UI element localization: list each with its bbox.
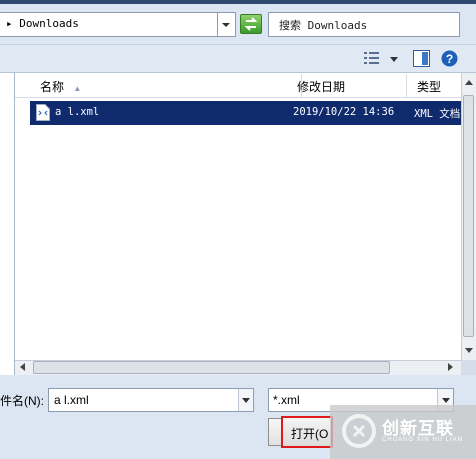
button-edge	[268, 418, 282, 446]
filename-label: 件名(N):	[0, 394, 44, 408]
watermark-subtext: CHUANG XIN HU LIAN	[382, 437, 464, 443]
breadcrumb-separator: ▸	[6, 17, 20, 30]
refresh-icon	[244, 17, 258, 31]
column-header-type[interactable]: 类型	[407, 74, 461, 97]
view-menu-chevron-icon[interactable]	[390, 57, 398, 62]
address-bar[interactable]: ▸ Downloads	[0, 12, 218, 37]
vertical-scroll-thumb[interactable]	[463, 95, 474, 337]
scroll-down-icon[interactable]	[465, 348, 473, 353]
filename-field[interactable]: a l.xml	[48, 388, 254, 412]
search-input[interactable]: 搜索 Downloads	[279, 17, 367, 33]
refresh-button[interactable]	[240, 14, 262, 34]
filename-value[interactable]: a l.xml	[54, 393, 89, 407]
column-header-name[interactable]: 名称 ▲	[30, 74, 302, 97]
address-path-text: Downloads	[19, 17, 79, 30]
chevron-down-icon	[242, 398, 250, 403]
column-header-row: 名称 ▲ 修改日期 类型	[15, 74, 461, 98]
scroll-left-icon[interactable]	[20, 363, 25, 371]
chevron-down-icon	[222, 23, 230, 27]
help-icon[interactable]: ?	[441, 50, 458, 67]
file-type: XML 文档	[414, 108, 461, 120]
file-modified-date: 2019/10/22 14:36	[293, 106, 395, 118]
open-button-label: 打开(O	[291, 427, 329, 441]
filetype-value: *.xml	[273, 393, 300, 407]
column-header-date[interactable]: 修改日期	[287, 74, 407, 97]
window-title-strip	[0, 0, 476, 4]
column-header-label: 修改日期	[297, 80, 346, 94]
scroll-right-icon[interactable]	[448, 363, 453, 371]
column-header-label: 名称	[40, 80, 65, 94]
file-name: a l.xml	[55, 106, 100, 118]
search-box[interactable]: 搜索 Downloads	[268, 12, 460, 37]
filename-dropdown-button[interactable]	[238, 389, 253, 411]
column-header-label: 类型	[417, 80, 442, 94]
svg-text:?: ?	[446, 52, 453, 66]
navigation-pane[interactable]	[0, 73, 15, 375]
xml-file-icon	[36, 104, 50, 121]
address-path: ▸ Downloads	[6, 17, 79, 30]
address-dropdown-button[interactable]	[218, 12, 236, 37]
horizontal-scroll-thumb[interactable]	[33, 361, 390, 374]
watermark-text: 创新互联	[382, 419, 454, 438]
toolbar: ?	[0, 45, 476, 73]
file-row[interactable]: a l.xml 2019/10/22 14:36 XML 文档	[30, 101, 461, 125]
view-options-icon[interactable]	[364, 51, 380, 65]
open-button[interactable]: 打开(O	[281, 416, 333, 448]
watermark-logo-icon	[342, 414, 376, 448]
preview-pane-icon[interactable]	[413, 50, 430, 67]
scroll-up-icon[interactable]	[465, 80, 473, 85]
chevron-down-icon	[442, 398, 450, 403]
sort-ascending-icon: ▲	[73, 84, 82, 93]
